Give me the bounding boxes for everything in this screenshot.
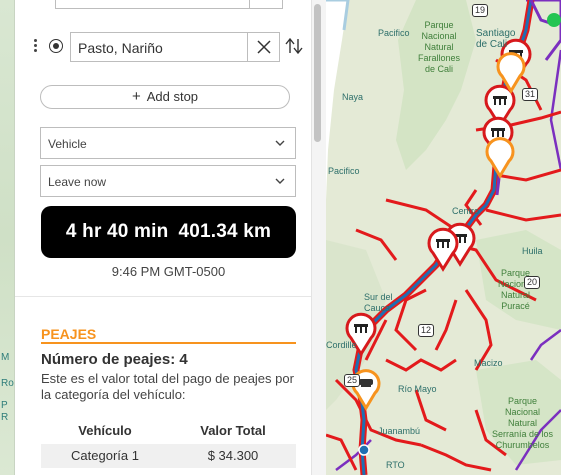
origin-input[interactable] <box>55 0 283 9</box>
table-row: Categoría 1 $ 34.300 <box>41 444 296 468</box>
section-rule <box>41 342 296 344</box>
road-number: 19 <box>472 4 489 17</box>
map-label: Parque Nacional Natural Farallones de Ca… <box>418 20 461 74</box>
map-label: RTO <box>386 460 405 470</box>
tolls-table-header: Vehículo Valor Total <box>41 423 296 441</box>
route-distance: 401.34 km <box>178 221 272 242</box>
map-label: Cordille <box>326 340 357 350</box>
scrollbar-thumb[interactable] <box>314 4 321 142</box>
tolls-count: Número de peajes: 4 <box>41 351 188 368</box>
add-stop-label: Add stop <box>146 89 199 104</box>
row-total-value: $ 34.300 <box>207 448 259 463</box>
map-label: Sur del Cauca <box>364 292 393 313</box>
destination-input[interactable]: Pasto, Nariño <box>70 32 280 62</box>
map-label: M <box>1 352 10 363</box>
map-label: Pacifico <box>378 28 410 38</box>
map-left-edge: M Ro P R <box>0 0 15 475</box>
map-label: Naya <box>342 92 364 102</box>
road-number: 25 <box>344 374 361 387</box>
vehicle-select[interactable]: Vehicle <box>40 127 296 159</box>
plus-icon: + <box>131 88 141 105</box>
map-label: Parque Nacional Natural Serranía de los … <box>492 396 554 450</box>
map-label: P <box>1 400 8 411</box>
map-label: R <box>1 412 9 423</box>
destination-stop-row: Pasto, Nariño <box>33 32 308 62</box>
tolls-section-title: PEAJES <box>41 326 97 342</box>
route-map[interactable]: Pacifico Parque Nacional Natural Farallo… <box>326 0 561 475</box>
road-number: 12 <box>418 324 435 337</box>
header-total: Valor Total <box>200 423 266 438</box>
map-label: Huila <box>522 246 543 256</box>
chevron-down-icon <box>275 140 285 146</box>
map-label: Macizo <box>474 358 503 368</box>
drag-handle-icon[interactable] <box>33 37 39 57</box>
row-vehicle-category: Categoría 1 <box>71 448 139 463</box>
map-label: Pacifico <box>328 166 360 176</box>
arrival-time: 9:46 PM GMT-0500 <box>111 264 226 279</box>
road-number: 20 <box>524 276 541 289</box>
clear-button[interactable] <box>247 33 279 61</box>
map-label: Río Mayo <box>398 384 437 394</box>
close-icon <box>257 40 271 54</box>
route-duration: 4 hr 40 min <box>65 221 169 242</box>
departure-select-value: Leave now <box>48 175 107 189</box>
tolls-description: Este es el valor total del pago de peaje… <box>41 371 294 402</box>
departure-time-select[interactable]: Leave now <box>40 165 296 197</box>
swap-stops-icon[interactable] <box>285 38 303 54</box>
map-label: Parque Nacional Natural Puracé <box>498 268 534 311</box>
route-summary: 4 hr 40 min 401.34 km <box>41 206 296 258</box>
chevron-down-icon <box>275 178 285 184</box>
map-label: Centro <box>452 206 480 216</box>
destination-radio-icon <box>49 39 63 53</box>
map-label: Ro <box>1 378 14 389</box>
vehicle-select-value: Vehicle <box>48 137 87 151</box>
divider <box>15 296 311 297</box>
map-label: Santiago de Cali <box>476 28 516 50</box>
add-stop-button[interactable]: + Add stop <box>40 85 290 109</box>
destination-value: Pasto, Nariño <box>78 40 163 56</box>
header-vehicle: Vehículo <box>78 423 132 438</box>
road-number: 31 <box>522 88 539 101</box>
map-label: Juanambú <box>378 426 421 436</box>
